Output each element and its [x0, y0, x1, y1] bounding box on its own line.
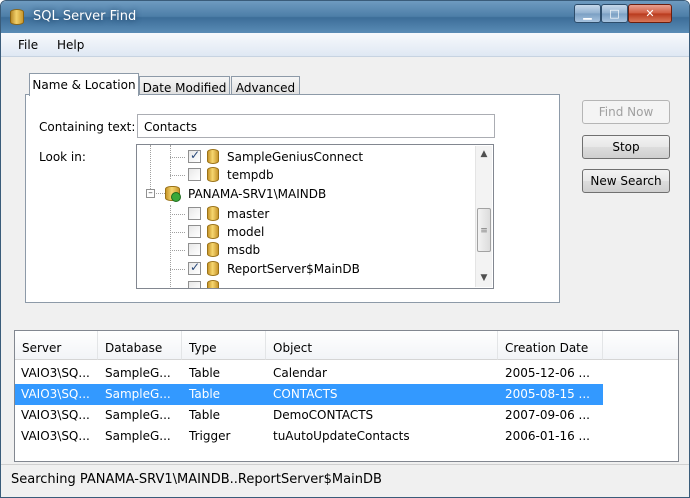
tree-item-model[interactable]: model — [137, 223, 475, 241]
status-bar: Searching PANAMA-SRV1\MAINDB..ReportServ… — [1, 464, 689, 497]
column-header-object[interactable]: Object — [266, 331, 498, 360]
tree-item-server[interactable]: – PANAMA-SRV1\MAINDB — [137, 185, 475, 203]
server-icon — [165, 186, 181, 202]
column-header-filler — [603, 331, 678, 360]
column-header-type[interactable]: Type — [182, 331, 266, 360]
database-app-icon — [10, 9, 24, 25]
tree-scrollbar[interactable]: ▲ ≡ ▼ — [475, 146, 492, 287]
menu-file[interactable]: File — [18, 38, 38, 52]
database-icon — [207, 261, 219, 276]
tab-name-location[interactable]: Name & Location — [29, 73, 139, 96]
database-icon — [207, 167, 219, 182]
menu-help[interactable]: Help — [57, 38, 84, 52]
table-row-selected[interactable]: VAIO3\SQ... SampleG... Table CONTACTS 20… — [15, 384, 603, 405]
column-header-creation-date[interactable]: Creation Date — [498, 331, 603, 360]
find-now-button[interactable]: Find Now — [582, 100, 670, 124]
close-button[interactable]: ✕ — [628, 4, 672, 23]
containing-text-input[interactable]: Contacts — [137, 114, 495, 138]
window-title: SQL Server Find — [33, 9, 137, 24]
menu-bar: File Help — [1, 33, 689, 57]
title-bar[interactable]: SQL Server Find ▁ □ ✕ — [1, 1, 689, 33]
tree-checkbox[interactable] — [188, 260, 201, 275]
look-in-tree[interactable]: SampleGeniusConnect tempdb – PANAMA-SRV1… — [136, 144, 494, 289]
minimize-button[interactable]: ▁ — [574, 4, 601, 23]
new-search-button[interactable]: New Search — [582, 169, 670, 193]
tree-checkbox[interactable] — [188, 243, 201, 256]
scroll-up-icon[interactable]: ▲ — [476, 146, 492, 163]
table-row[interactable]: VAIO3\SQ... SampleG... Table DemoCONTACT… — [15, 405, 603, 426]
tree-item-reportserver[interactable]: ReportServer$MainDB — [137, 260, 475, 278]
database-icon — [207, 242, 219, 257]
maximize-button[interactable]: □ — [601, 4, 628, 23]
tree-item-partial — [137, 279, 475, 288]
database-icon — [207, 206, 219, 221]
tree-item-tempdb[interactable]: tempdb — [137, 166, 475, 184]
results-list[interactable]: Server Database Type Object Creation Dat… — [14, 330, 679, 462]
tree-item-master[interactable]: master — [137, 205, 475, 223]
app-window: SQL Server Find ▁ □ ✕ File Help Name & L… — [0, 0, 690, 498]
column-header-database[interactable]: Database — [98, 331, 182, 360]
tree-item-samplegeniusconnect[interactable]: SampleGeniusConnect — [137, 148, 475, 166]
look-in-label: Look in: — [39, 150, 86, 164]
collapse-icon[interactable]: – — [146, 189, 155, 198]
tree-item-msdb[interactable]: msdb — [137, 241, 475, 259]
tree-checkbox[interactable] — [188, 225, 201, 238]
table-row[interactable]: VAIO3\SQ... SampleG... Table Calendar 20… — [15, 363, 603, 384]
table-row[interactable]: VAIO3\SQ... SampleG... Trigger tuAutoUpd… — [15, 426, 603, 447]
tree-checkbox[interactable] — [188, 168, 201, 181]
scroll-down-icon[interactable]: ▼ — [476, 270, 492, 287]
column-header-server[interactable]: Server — [15, 331, 98, 360]
scroll-thumb[interactable]: ≡ — [477, 208, 491, 252]
containing-text-label: Containing text: — [39, 120, 136, 134]
database-icon — [207, 149, 219, 164]
stop-button[interactable]: Stop — [582, 135, 670, 159]
tree-checkbox[interactable] — [188, 148, 201, 163]
database-icon — [207, 224, 219, 239]
tree-checkbox[interactable] — [188, 207, 201, 220]
